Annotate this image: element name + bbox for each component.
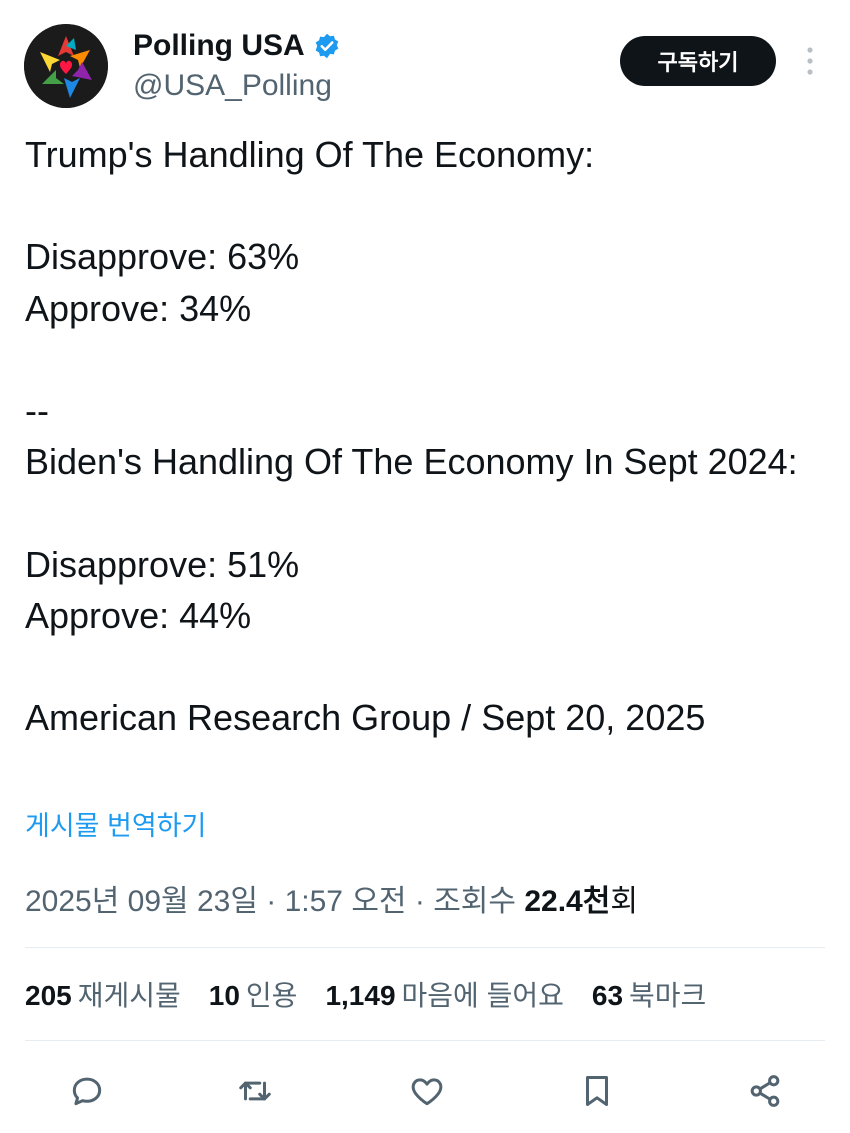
view-count-suffix: 회 xyxy=(610,885,638,918)
share-button[interactable] xyxy=(740,1066,790,1116)
reply-button[interactable] xyxy=(62,1066,112,1116)
retweet-icon xyxy=(239,1081,271,1101)
reposts-stat[interactable]: 205 재게시물 xyxy=(25,974,181,1018)
repost-button[interactable] xyxy=(230,1066,280,1116)
engagement-stats: 205 재게시물 10 인용 1,149 마음에 들어요 63 북마크 xyxy=(25,974,734,1018)
account-name-row: Polling USA xyxy=(133,28,341,64)
translate-post-link[interactable]: 게시물 번역하기 xyxy=(25,806,206,846)
avatar[interactable] xyxy=(24,24,108,108)
likes-stat[interactable]: 1,149 마음에 들어요 xyxy=(325,974,563,1018)
divider xyxy=(25,1040,825,1041)
bookmark-button[interactable] xyxy=(572,1066,622,1116)
display-name[interactable]: Polling USA xyxy=(133,28,305,64)
bookmarks-stat[interactable]: 63 북마크 xyxy=(592,974,706,1018)
subscribe-button[interactable]: 구독하기 xyxy=(620,36,776,86)
share-icon xyxy=(750,1075,780,1107)
tweet-meta: 2025년 09월 23일 · 1:57 오전 · 조회수 22.4천회 xyxy=(25,880,638,924)
reply-icon xyxy=(72,1077,102,1106)
more-options-icon[interactable] xyxy=(798,44,822,78)
tweet-page: Polling USA @USA_Polling 구독하기 Trump's Ha… xyxy=(0,0,850,1133)
verified-badge-icon xyxy=(315,33,338,59)
account-handle[interactable]: @USA_Polling xyxy=(133,68,332,104)
quotes-stat[interactable]: 10 인용 xyxy=(209,974,298,1018)
heart-icon xyxy=(411,1078,443,1106)
tweet-text: Trump's Handling Of The Economy: Disappr… xyxy=(25,134,798,739)
colorful-star-logo-icon xyxy=(24,24,108,108)
divider xyxy=(25,947,825,948)
timestamp[interactable]: 2025년 09월 23일 · 1:57 오전 · 조회수 xyxy=(25,885,524,918)
action-bar xyxy=(0,1066,850,1116)
view-count: 22.4 xyxy=(524,885,583,918)
bookmark-icon xyxy=(585,1076,609,1106)
like-button[interactable] xyxy=(402,1066,452,1116)
view-count-unit: 천 xyxy=(582,885,611,918)
